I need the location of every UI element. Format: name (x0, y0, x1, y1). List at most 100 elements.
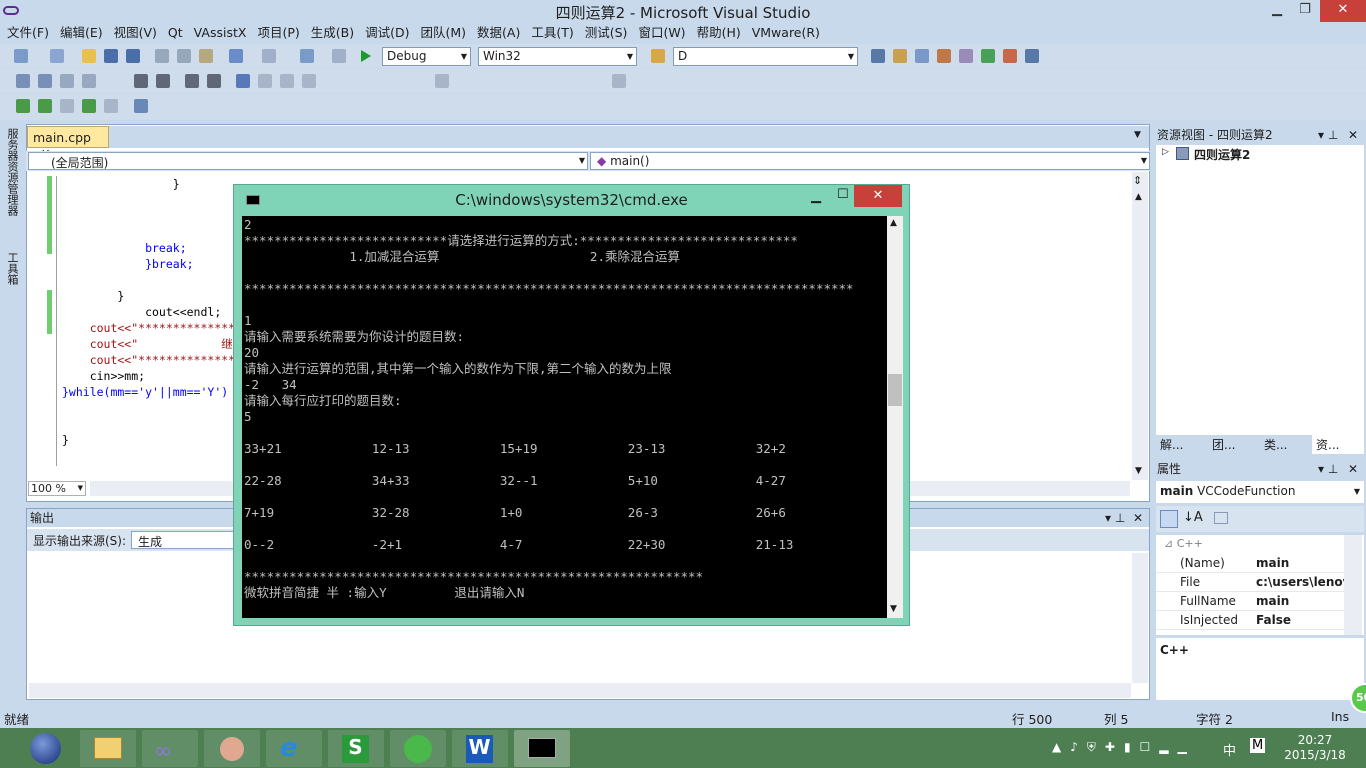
output-vertical-scrollbar[interactable] (1132, 553, 1148, 683)
properties-icon[interactable] (893, 49, 907, 63)
code-line[interactable]: break; (62, 240, 187, 256)
property-value[interactable]: main (1256, 594, 1344, 608)
editor-vertical-scrollbar[interactable] (1132, 172, 1148, 480)
properties-scrollbar[interactable] (1344, 535, 1362, 635)
scope-select[interactable]: (全局范围) ▼ (28, 152, 588, 170)
tree-root-label[interactable]: 四则运算2 (1194, 146, 1250, 163)
prev-bookmark-icon[interactable] (258, 74, 272, 88)
start-debug-icon[interactable] (361, 50, 371, 62)
menu-item[interactable]: 团队(M) (413, 24, 470, 44)
property-row[interactable]: FullName main (1156, 592, 1344, 611)
alphabetical-icon[interactable]: ↓A (1183, 510, 1203, 525)
menu-item[interactable]: 生成(B) (304, 24, 358, 44)
solution-platform-select[interactable]: Win32 ▼ (478, 47, 637, 66)
menu-item[interactable]: Qt (161, 24, 187, 44)
taskbar-contacts[interactable] (204, 730, 260, 767)
categorized-icon[interactable] (1160, 510, 1178, 528)
menu-item[interactable]: 窗口(W) (631, 24, 689, 44)
dock-tab[interactable]: 团... (1208, 434, 1260, 454)
taskbar-sync[interactable] (390, 730, 446, 767)
property-pages-icon[interactable] (1214, 512, 1228, 524)
property-row[interactable]: File c:\users\lenov (1156, 573, 1344, 592)
taskbar-cmd[interactable] (514, 730, 570, 767)
parameter-info-icon[interactable] (38, 74, 52, 88)
server-explorer-tab[interactable]: 服务器资源管理器 (4, 128, 20, 216)
undo-icon[interactable] (229, 49, 243, 63)
code-line[interactable]: cout<<"************** (62, 352, 235, 368)
clear-bookmarks-icon[interactable] (302, 74, 316, 88)
quick-info-icon[interactable] (60, 74, 74, 88)
team-icon[interactable] (1003, 49, 1017, 63)
start-orb-icon[interactable] (30, 733, 61, 764)
toolbox-tab[interactable]: 工具箱 (4, 252, 20, 285)
pin-icon[interactable]: ▾ ⊥ (1318, 126, 1338, 144)
tab-dropdown-icon[interactable]: ▼ (1134, 130, 1141, 140)
taskbar-spreadsheet[interactable]: S (328, 730, 384, 767)
menu-item[interactable]: 帮助(H) (690, 24, 745, 44)
output-horizontal-scrollbar[interactable] (29, 683, 1131, 698)
scroll-thumb[interactable] (888, 374, 902, 406)
taskbar-ie[interactable]: e (266, 730, 322, 767)
zoom-combo[interactable]: 100 % ▼ (28, 481, 86, 496)
dock-tab[interactable]: 类... (1260, 434, 1312, 454)
code-line[interactable]: } (62, 288, 124, 304)
code-line[interactable]: } (62, 432, 69, 448)
close-panel-icon[interactable]: ✕ (1348, 126, 1358, 144)
properties-object-select[interactable]: main VCCodeFunction ▼ (1156, 481, 1364, 503)
word-complete-icon[interactable] (82, 74, 96, 88)
property-value[interactable]: main (1256, 556, 1344, 570)
refactor-icon[interactable] (612, 74, 626, 88)
save-all-icon[interactable] (126, 49, 140, 63)
cmd-maximize-button[interactable]: ☐ (837, 187, 849, 202)
taskbar-word[interactable]: W (452, 730, 508, 767)
property-row[interactable]: IsInjected False (1156, 611, 1344, 630)
dock-tab[interactable]: 资... (1312, 434, 1364, 454)
menu-item[interactable]: VAssistX (187, 24, 251, 44)
tab-main-cpp[interactable]: main.cpp ✕ (27, 126, 109, 160)
import-icon[interactable] (981, 49, 995, 63)
settings-icon[interactable] (134, 99, 148, 113)
split-icon[interactable]: ⇕ (1133, 174, 1142, 187)
cmd-close-button[interactable]: ✕ (854, 185, 902, 207)
cmd-scrollbar[interactable]: ▲ ▼ (887, 216, 903, 618)
build-icon[interactable] (16, 99, 30, 113)
paste-icon[interactable] (199, 49, 213, 63)
code-line[interactable]: }break; (62, 256, 193, 272)
rebuild-icon[interactable] (38, 99, 52, 113)
stop-icon[interactable] (104, 99, 118, 113)
close-button[interactable]: ✕ (1320, 0, 1366, 22)
taskbar-explorer[interactable] (80, 730, 136, 767)
menu-item[interactable]: 文件(F) (0, 24, 53, 44)
menu-item[interactable]: 编辑(E) (53, 24, 107, 44)
ime-indicator[interactable]: 中 (1223, 740, 1236, 759)
property-value[interactable]: c:\users\lenov (1256, 575, 1344, 589)
pin-icon[interactable]: ▾ ⊥ (1105, 509, 1125, 527)
pin-icon[interactable]: ▾ ⊥ (1318, 460, 1338, 478)
toolbox-icon[interactable] (937, 49, 951, 63)
scroll-up-icon[interactable]: ▲ (1135, 192, 1142, 202)
outdent-icon[interactable] (156, 74, 170, 88)
navigate-backward-icon[interactable] (300, 49, 314, 63)
doc-outline-icon[interactable] (435, 74, 449, 88)
clock[interactable]: 20:27 2015/3/18 (1282, 733, 1348, 763)
code-line[interactable]: }while(mm=='y'||mm=='Y') (62, 384, 228, 400)
indent-icon[interactable] (134, 74, 148, 88)
taskbar-vs[interactable]: ∞ (142, 730, 198, 767)
cut-icon[interactable] (155, 49, 169, 63)
menu-item[interactable]: 视图(V) (107, 24, 161, 44)
scroll-down-icon[interactable]: ▼ (890, 604, 897, 614)
menu-item[interactable]: VMware(R) (745, 24, 824, 44)
extensions-icon[interactable] (959, 49, 973, 63)
new-project-icon[interactable] (14, 49, 28, 63)
find-in-files-icon[interactable] (651, 49, 665, 63)
dock-tab[interactable]: 解... (1156, 434, 1208, 454)
clean-icon[interactable] (60, 99, 74, 113)
ime-mode-indicator[interactable]: M (1250, 738, 1266, 753)
menu-item[interactable]: 数据(A) (470, 24, 524, 44)
bookmark-icon[interactable] (236, 74, 250, 88)
find-combo[interactable]: D ▼ (673, 47, 858, 66)
solution-explorer-icon[interactable] (871, 49, 885, 63)
function-select[interactable]: ◆ main() ▼ (590, 152, 1150, 170)
next-bookmark-icon[interactable] (280, 74, 294, 88)
run-icon[interactable] (82, 99, 96, 113)
